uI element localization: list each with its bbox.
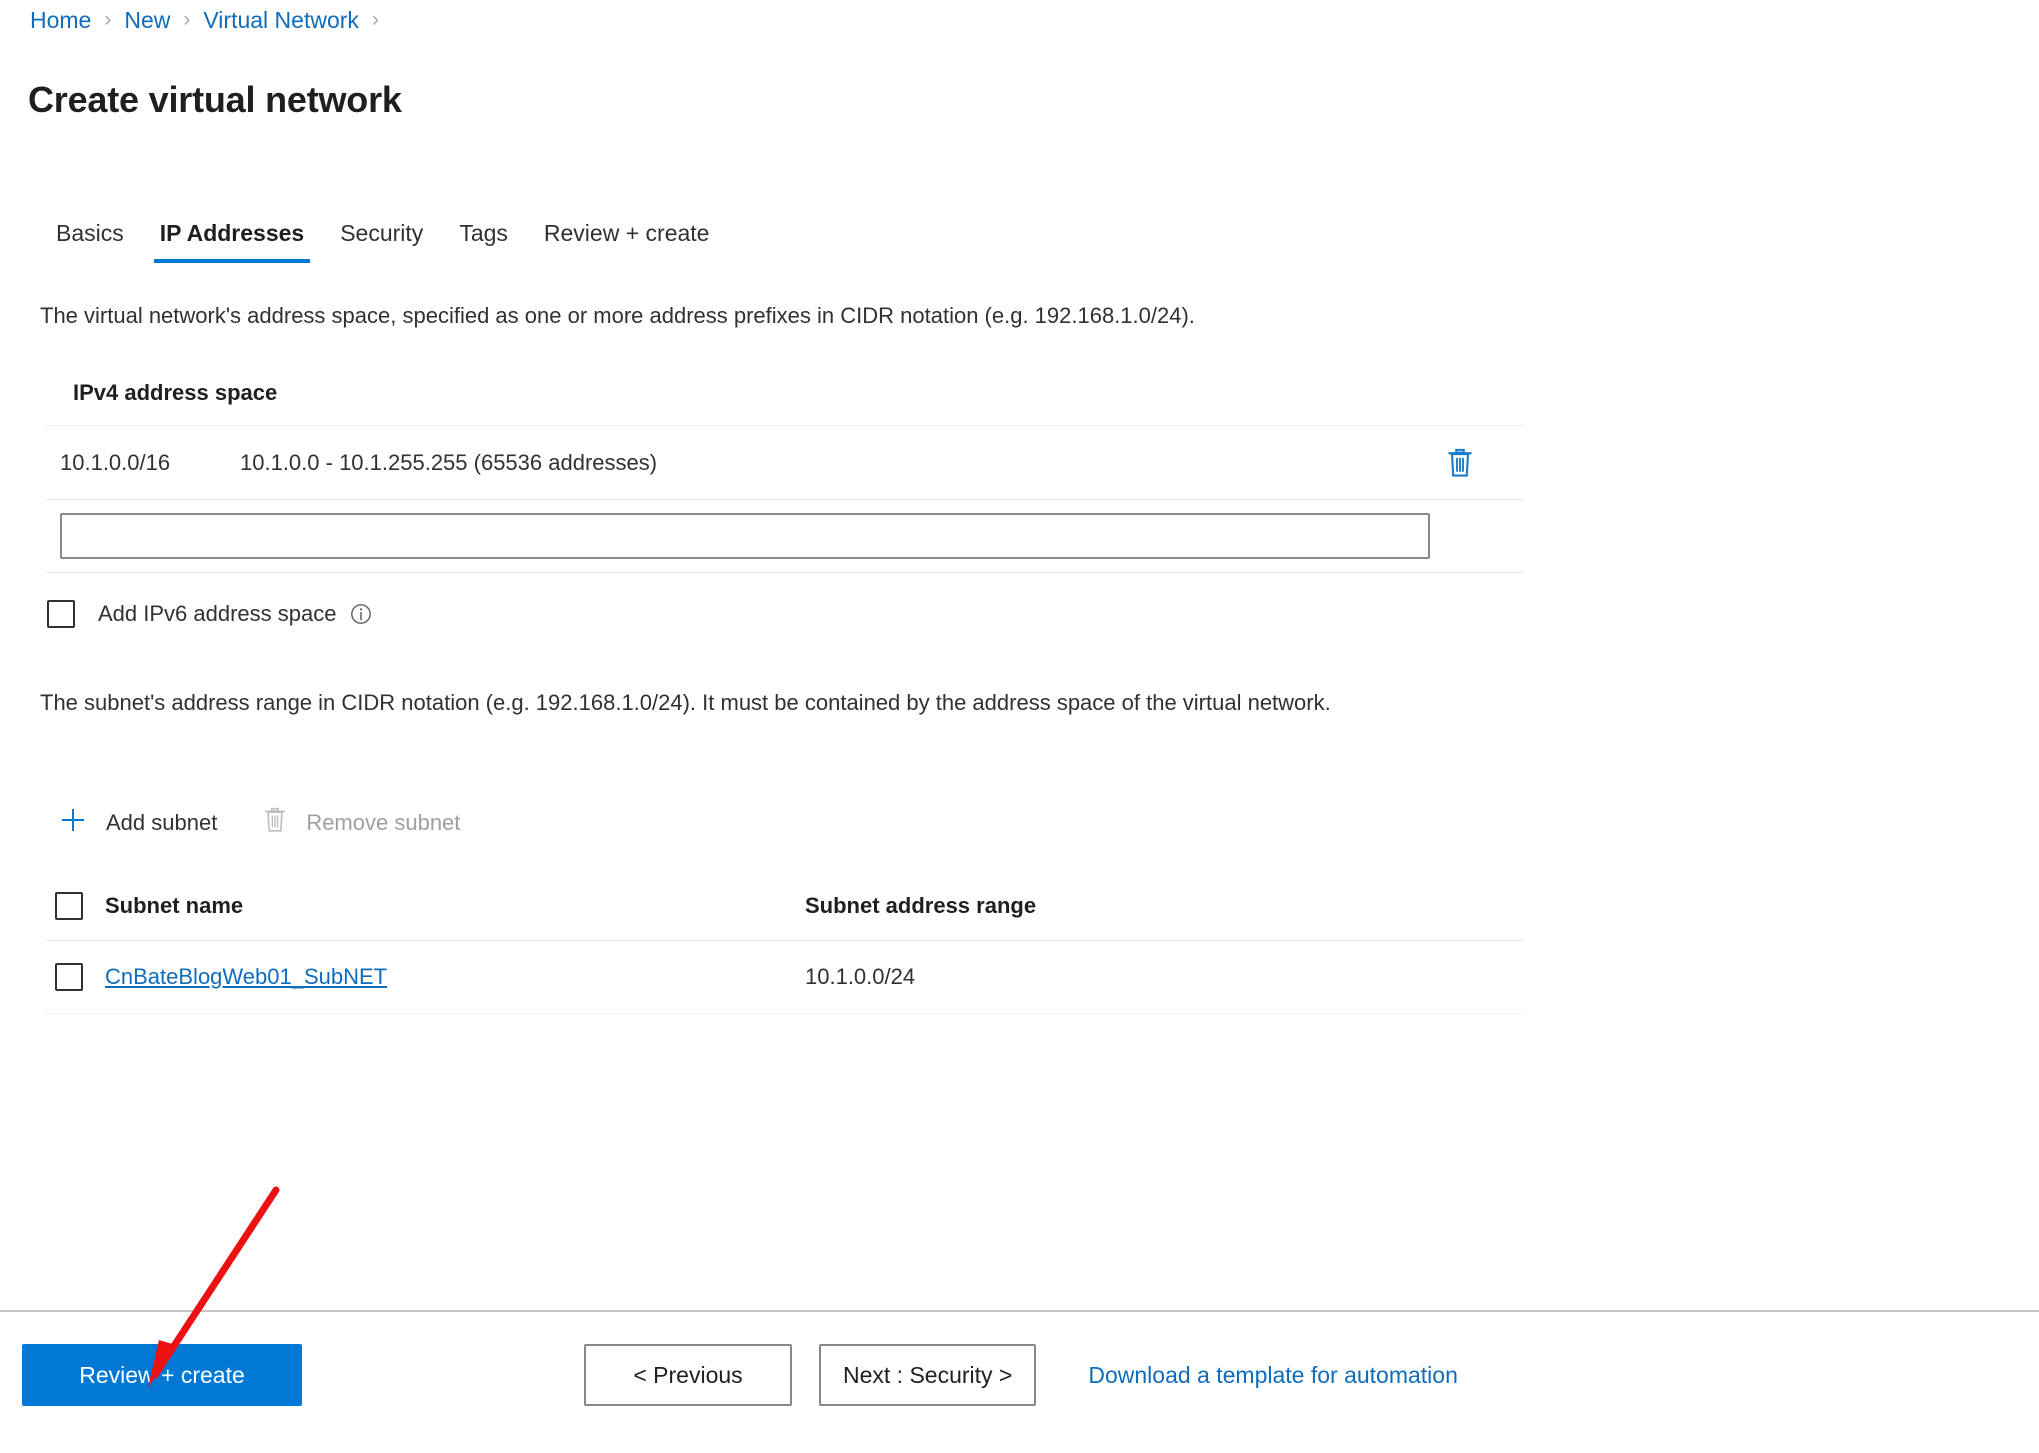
- previous-button[interactable]: < Previous: [584, 1344, 792, 1406]
- tab-bar: Basics IP Addresses Security Tags Review…: [38, 220, 727, 263]
- breadcrumb-item-new[interactable]: New: [124, 5, 170, 35]
- address-space-row: 10.1.0.0/16 10.1.0.0 - 10.1.255.255 (655…: [45, 425, 1525, 500]
- table-row: CnBateBlogWeb01_SubNET 10.1.0.0/24: [45, 941, 1525, 1014]
- breadcrumb-separator-icon: ›: [104, 8, 112, 31]
- plus-icon: [58, 805, 88, 840]
- add-subnet-button[interactable]: Add subnet: [58, 805, 217, 840]
- column-header-subnet-address-range: Subnet address range: [805, 893, 1037, 918]
- download-template-link[interactable]: Download a template for automation: [1088, 1362, 1458, 1389]
- subnet-name-link[interactable]: CnBateBlogWeb01_SubNET: [105, 964, 387, 989]
- remove-subnet-label: Remove subnet: [306, 809, 461, 835]
- row-select-cell: [45, 963, 105, 991]
- remove-subnet-button[interactable]: Remove subnet: [262, 805, 460, 840]
- select-all-cell: [45, 892, 105, 920]
- subnet-name-cell: CnBateBlogWeb01_SubNET: [105, 964, 805, 990]
- column-header-subnet-name: Subnet name: [105, 893, 244, 918]
- tab-ip-addresses[interactable]: IP Addresses: [142, 220, 322, 263]
- address-space-range: 10.1.0.0 - 10.1.255.255 (65536 addresses…: [240, 449, 658, 475]
- tab-security[interactable]: Security: [322, 220, 441, 263]
- trash-icon: [262, 805, 288, 840]
- table-header-row: Subnet name Subnet address range: [45, 872, 1525, 941]
- next-security-button[interactable]: Next : Security >: [819, 1344, 1037, 1406]
- ipv4-address-space-table: 10.1.0.0/16 10.1.0.0 - 10.1.255.255 (655…: [45, 425, 1525, 573]
- address-space-prefix: 10.1.0.0/16: [60, 449, 171, 475]
- ip-addresses-description: The virtual network's address space, spe…: [40, 303, 1195, 328]
- footer-action-bar: Review + create < Previous Next : Securi…: [0, 1340, 2039, 1410]
- trash-icon[interactable]: [1445, 446, 1475, 480]
- footer-divider: [0, 1310, 2039, 1312]
- add-ipv6-address-space-row: Add IPv6 address space: [47, 600, 372, 628]
- ipv4-address-space-label: IPv4 address space: [73, 380, 278, 405]
- tab-tags[interactable]: Tags: [441, 220, 526, 263]
- breadcrumb: Home › New › Virtual Network ›: [30, 5, 392, 35]
- subnet-description: The subnet's address range in CIDR notat…: [40, 690, 1331, 715]
- info-icon[interactable]: [350, 603, 372, 625]
- add-subnet-label: Add subnet: [106, 809, 218, 835]
- add-ipv6-label: Add IPv6 address space: [98, 601, 337, 626]
- new-address-space-row: [45, 500, 1525, 573]
- review-create-button[interactable]: Review + create: [22, 1344, 302, 1406]
- subnet-address-range-cell: 10.1.0.0/24: [805, 964, 916, 989]
- subnet-command-bar: Add subnet Remove subnet: [58, 805, 505, 840]
- row-select-checkbox[interactable]: [55, 963, 83, 991]
- tab-basics[interactable]: Basics: [38, 220, 142, 263]
- breadcrumb-item-home[interactable]: Home: [30, 5, 91, 35]
- select-all-checkbox[interactable]: [55, 892, 83, 920]
- breadcrumb-separator-icon: ›: [371, 8, 379, 31]
- breadcrumb-separator-icon: ›: [183, 8, 191, 31]
- add-ipv6-checkbox[interactable]: [47, 600, 75, 628]
- page-title: Create virtual network: [28, 79, 402, 121]
- annotation-arrow-icon: [148, 1186, 280, 1388]
- breadcrumb-item-virtual-network[interactable]: Virtual Network: [203, 5, 359, 35]
- subnet-table: Subnet name Subnet address range CnBateB…: [45, 872, 1525, 1014]
- tab-review-create[interactable]: Review + create: [526, 220, 728, 263]
- new-address-space-input[interactable]: [60, 513, 1430, 559]
